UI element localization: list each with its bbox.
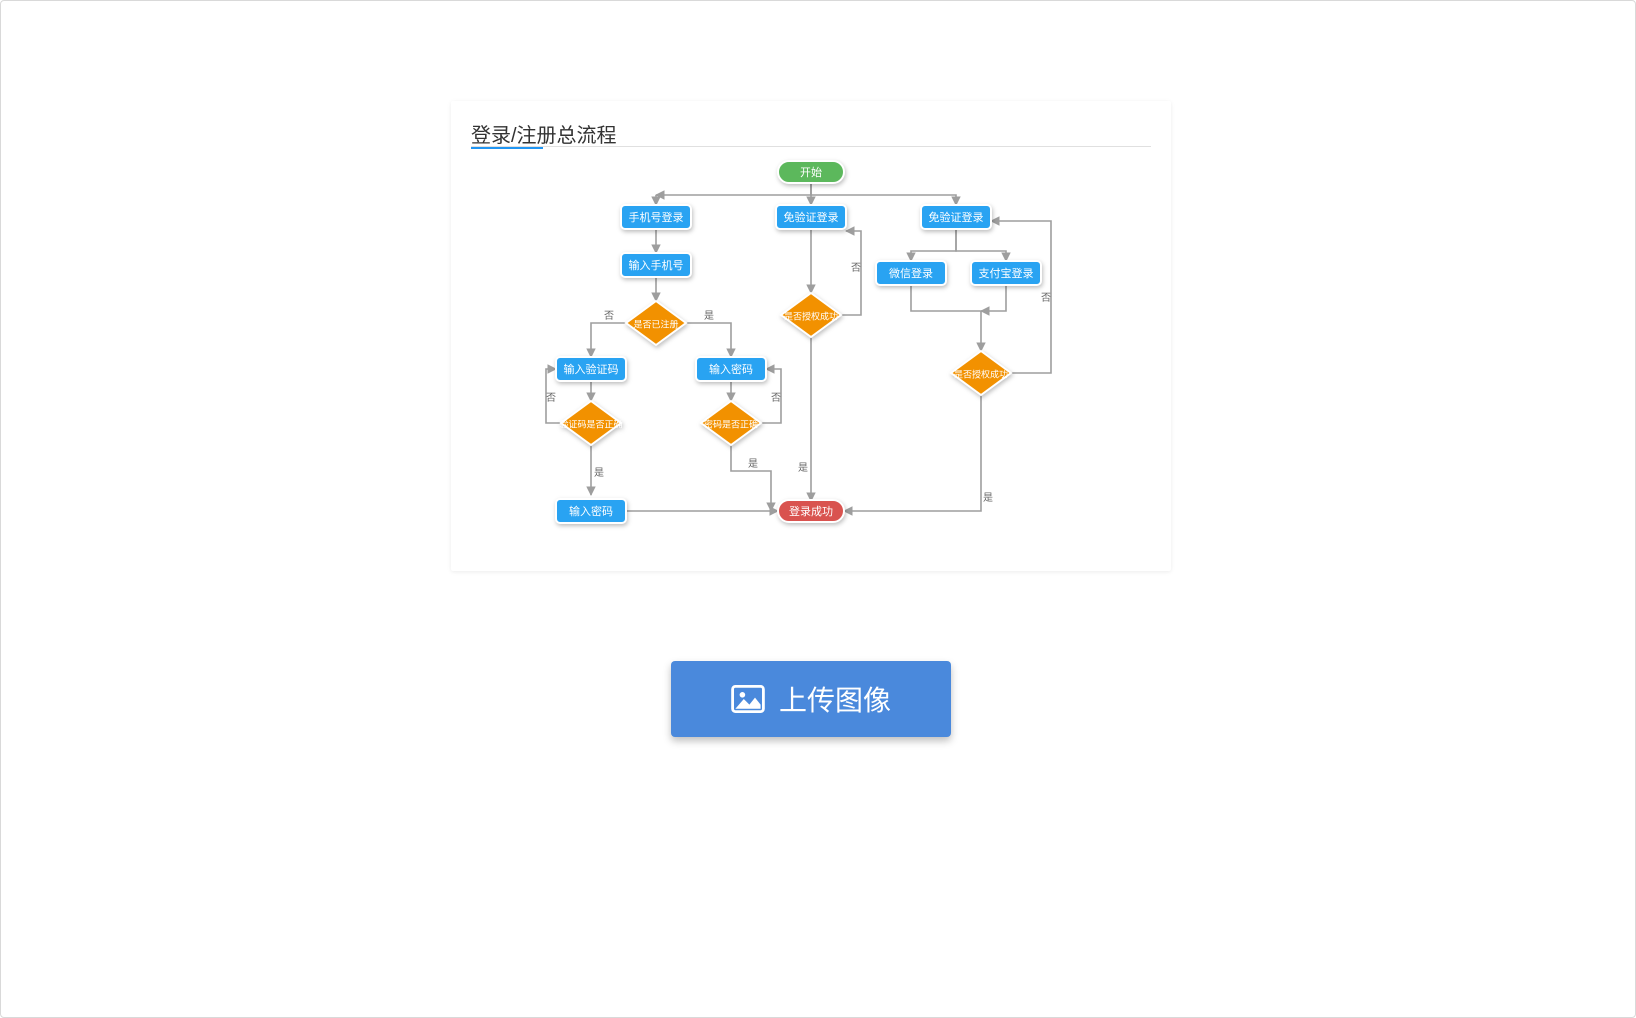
svg-text:输入手机号: 输入手机号 bbox=[629, 258, 684, 272]
node-phone-login: 手机号登录 bbox=[621, 205, 691, 229]
upload-panel: 登录/注册总流程 否 是 bbox=[0, 0, 1636, 1018]
edge-label-yes: 是 bbox=[983, 492, 993, 504]
node-pwd-ok: 密码是否正确 bbox=[701, 401, 761, 445]
node-registered: 是否已注册 bbox=[626, 301, 686, 345]
svg-text:密码是否正确: 密码是否正确 bbox=[704, 418, 758, 429]
svg-text:是否已注册: 是否已注册 bbox=[633, 318, 678, 329]
node-enter-code: 输入验证码 bbox=[556, 357, 626, 381]
edge-label-yes: 是 bbox=[748, 458, 758, 470]
edge-label-yes: 是 bbox=[704, 310, 714, 322]
svg-text:验证码是否正确: 验证码是否正确 bbox=[559, 418, 622, 429]
svg-text:输入验证码: 输入验证码 bbox=[564, 362, 619, 376]
svg-text:开始: 开始 bbox=[800, 165, 822, 179]
edge-label-yes: 是 bbox=[594, 467, 604, 479]
svg-text:登录成功: 登录成功 bbox=[789, 504, 833, 518]
node-face-login-b: 免验证登录 bbox=[921, 205, 991, 229]
edge-label-no: 否 bbox=[851, 262, 861, 274]
edge-label-no: 否 bbox=[604, 310, 614, 322]
node-start: 开始 bbox=[778, 161, 844, 183]
node-enter-pwd-2: 输入密码 bbox=[556, 499, 626, 523]
node-auth-ok-2: 是否授权成功 bbox=[951, 351, 1011, 395]
svg-text:免验证登录: 免验证登录 bbox=[929, 210, 984, 224]
svg-text:输入密码: 输入密码 bbox=[569, 504, 613, 518]
node-enter-pwd-1: 输入密码 bbox=[696, 357, 766, 381]
node-auth-ok-1: 是否授权成功 bbox=[781, 293, 841, 337]
svg-text:输入密码: 输入密码 bbox=[709, 362, 753, 376]
flowchart-svg: 否 是 否 是 否 是 否 是 bbox=[451, 101, 1171, 571]
node-face-login-a: 免验证登录 bbox=[776, 205, 846, 229]
image-icon bbox=[731, 685, 765, 713]
svg-text:免验证登录: 免验证登录 bbox=[784, 210, 839, 224]
edge-label-yes: 是 bbox=[798, 462, 808, 474]
edge-label-no: 否 bbox=[546, 392, 556, 404]
node-code-ok: 验证码是否正确 bbox=[559, 401, 622, 445]
edge-label-no: 否 bbox=[1041, 292, 1051, 304]
node-alipay-login: 支付宝登录 bbox=[971, 261, 1041, 285]
svg-text:手机号登录: 手机号登录 bbox=[629, 210, 684, 224]
diagram-preview: 登录/注册总流程 否 是 bbox=[451, 101, 1171, 571]
upload-image-label: 上传图像 bbox=[779, 679, 891, 719]
edge-label-no: 否 bbox=[771, 392, 781, 404]
node-wechat-login: 微信登录 bbox=[876, 261, 946, 285]
node-enter-phone: 输入手机号 bbox=[621, 253, 691, 277]
svg-text:是否授权成功: 是否授权成功 bbox=[954, 368, 1008, 379]
svg-text:微信登录: 微信登录 bbox=[889, 266, 933, 280]
svg-text:支付宝登录: 支付宝登录 bbox=[979, 266, 1034, 280]
upload-image-button[interactable]: 上传图像 bbox=[671, 661, 951, 737]
node-success: 登录成功 bbox=[778, 500, 844, 522]
svg-text:是否授权成功: 是否授权成功 bbox=[784, 310, 838, 321]
